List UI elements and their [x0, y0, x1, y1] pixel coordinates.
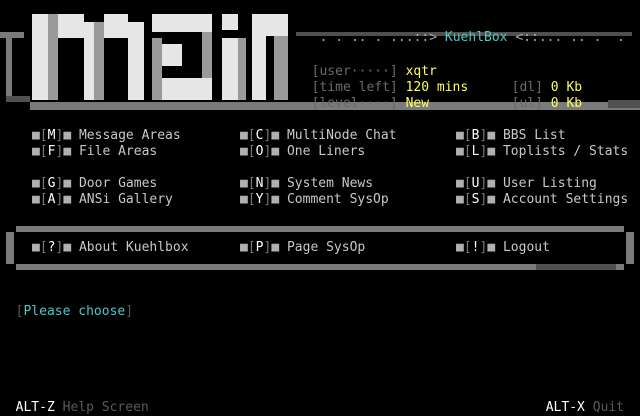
menu-item-comment-sysop[interactable]: ■[Y]■ Comment SysOp: [240, 192, 389, 208]
menu-item-multinode-chat[interactable]: ■[C]■ MultiNode Chat: [240, 128, 397, 144]
menu-item-door-games[interactable]: ■[G]■ Door Games: [32, 176, 157, 192]
menu-item-file-areas[interactable]: ■[F]■ File Areas: [32, 144, 157, 160]
menu-item-bbs-list[interactable]: ■[B]■ BBS List: [456, 128, 566, 144]
header-title-line: . . .. . ...::> KuehlBox <::... .. . .: [304, 14, 625, 46]
panel-frame-right: [626, 232, 634, 264]
menu-item-system-news[interactable]: ■[N]■ System News: [240, 176, 373, 192]
header-frame-left-side: [6, 32, 12, 102]
header-frame-left-bottom: [6, 96, 30, 102]
footer-help-key: ALT-Z: [15, 400, 55, 415]
logo: [32, 14, 288, 100]
menu-item-account-settings[interactable]: ■[S]■ Account Settings: [456, 192, 628, 208]
stat-level-label: [level····]: [311, 96, 398, 111]
menu-item-toplists-stats[interactable]: ■[L]■ Toplists / Stats: [456, 144, 628, 160]
footer-help-label: Help Screen: [62, 400, 149, 415]
prompt-close-bracket: ]: [125, 304, 134, 319]
panel-frame-bottom-accent: [536, 264, 616, 270]
menu-item-logout[interactable]: ■[!]■ Logout: [456, 240, 550, 256]
menu-item-about[interactable]: ■[?]■ About Kuehlbox: [32, 240, 189, 256]
footer-help[interactable]: ALT-Z Help Screen: [0, 384, 149, 416]
menu-item-one-liners[interactable]: ■[O]■ One Liners: [240, 144, 365, 160]
bbs-title: KuehlBox: [444, 30, 508, 45]
footer-quit-label: Quit: [592, 400, 624, 415]
panel-frame-left: [6, 232, 14, 264]
panel-frame-bottom: [16, 264, 624, 270]
prompt-text: Please choose: [23, 304, 126, 319]
menu-item-message-areas[interactable]: ■[M]■ Message Areas: [32, 128, 181, 144]
stat-level-value: New: [405, 96, 430, 111]
title-suffix: <::... .. . .: [515, 30, 625, 45]
stat-level: [level····] New: [296, 80, 429, 112]
footer-quit[interactable]: ALT-X Quit: [530, 384, 624, 416]
command-prompt[interactable]: [Please choose]: [0, 288, 133, 320]
title-prefix: . . .. . ...::>: [319, 30, 438, 45]
stat-ul: [ul] 0 Kb: [496, 80, 582, 112]
stat-ul-value: 0 Kb: [550, 96, 583, 111]
menu-item-page-sysop[interactable]: ■[P]■ Page SysOp: [240, 240, 365, 256]
header-frame-bottom-right: [608, 100, 640, 108]
menu-item-ansi-gallery[interactable]: ■[A]■ ANSi Gallery: [32, 192, 173, 208]
footer-quit-key: ALT-X: [545, 400, 585, 415]
menu-item-user-listing[interactable]: ■[U]■ User Listing: [456, 176, 597, 192]
panel-frame-top: [16, 226, 624, 232]
stat-ul-label: [ul]: [511, 96, 543, 111]
header-frame-left-top: [0, 32, 24, 38]
